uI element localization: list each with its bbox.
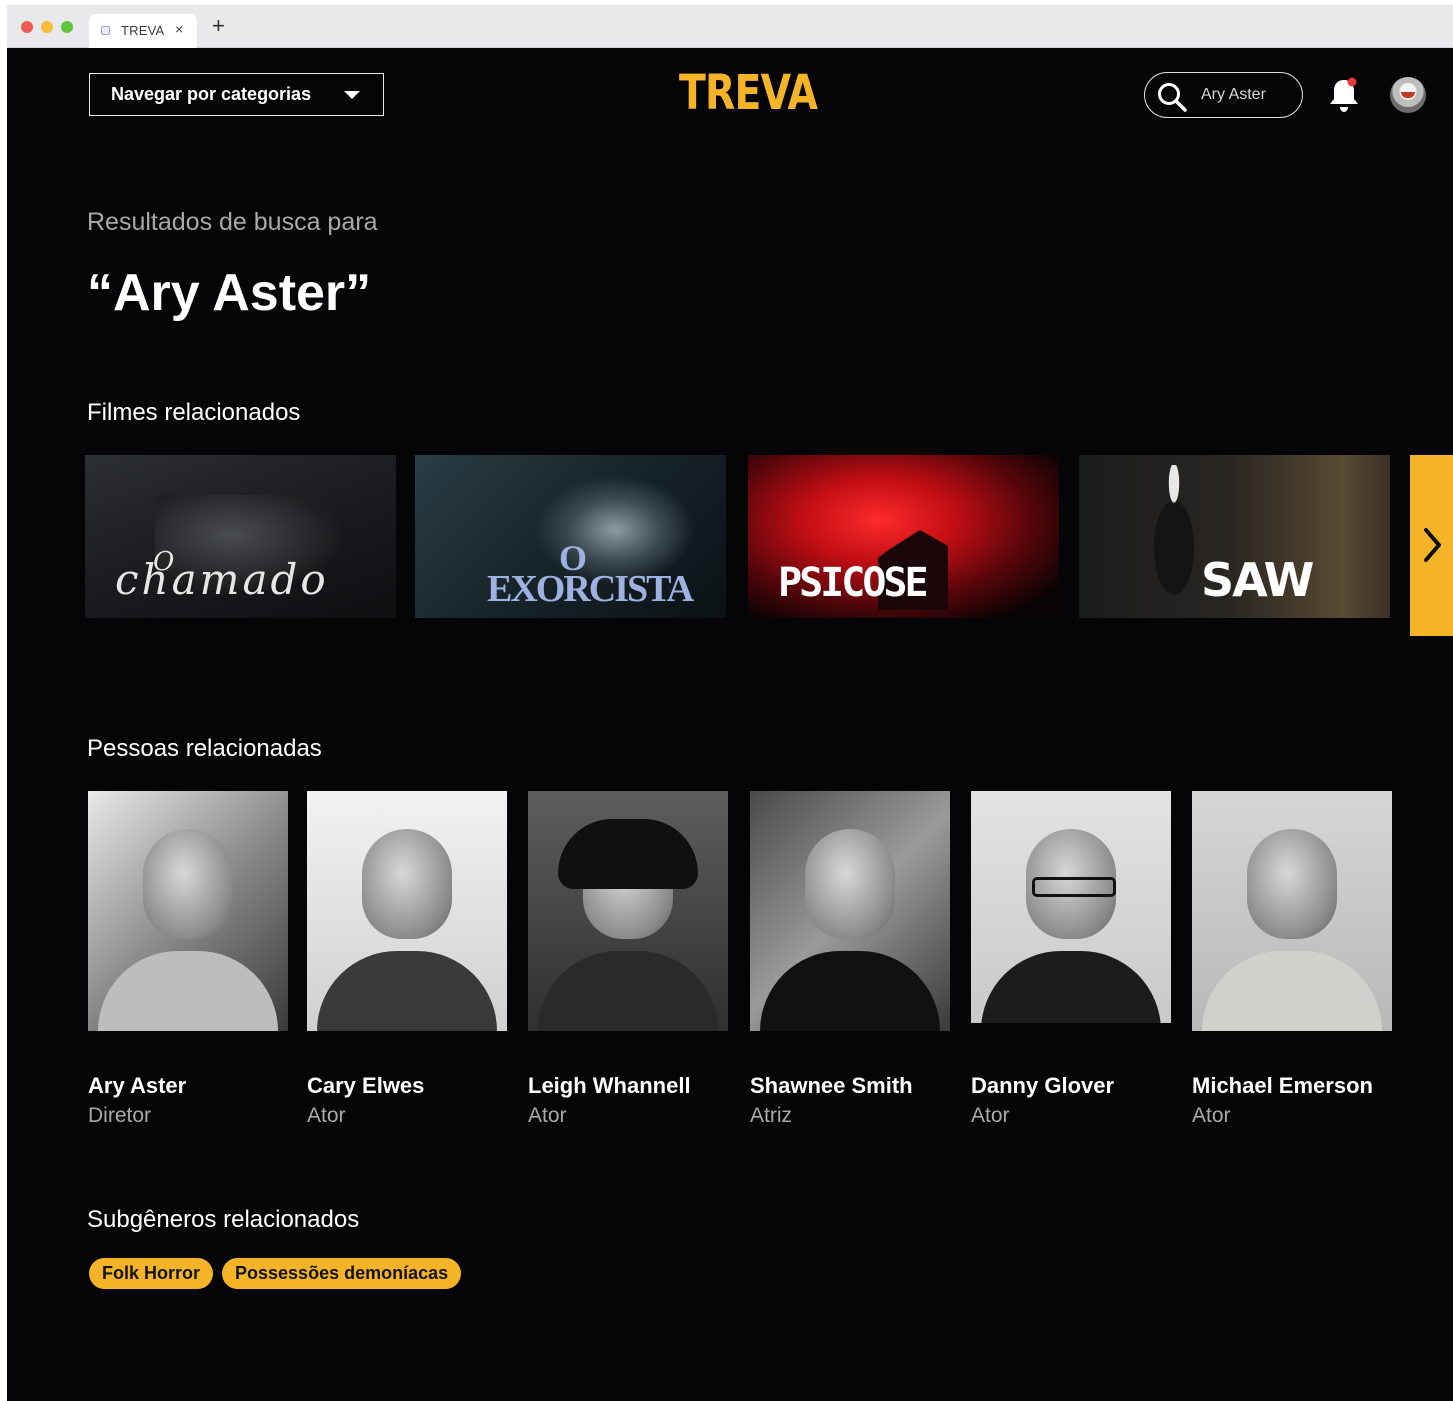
person-role: Ator (528, 1104, 567, 1127)
person-name: Cary Elwes (307, 1073, 425, 1098)
person-role: Diretor (88, 1104, 152, 1127)
search-box[interactable] (1144, 72, 1303, 118)
site-logo[interactable]: TREVA (679, 67, 818, 119)
person-photo (528, 791, 728, 1031)
app-window: TREVA × + Navegar por categorias TREVA R… (7, 5, 1453, 1401)
person-name: Danny Glover (971, 1073, 1115, 1098)
related-movies-title: Filmes relacionados (87, 399, 301, 426)
person-card[interactable]: Ary Aster Diretor (88, 791, 288, 1127)
subgenre-tag[interactable]: Possessões demoníacas (222, 1258, 462, 1289)
related-subgenres-title: Subgêneros relacionados (87, 1206, 360, 1233)
minimize-window-button[interactable] (41, 21, 53, 33)
chevron-right-icon (1424, 528, 1441, 562)
movie-card[interactable]: O EXORCISTA (415, 455, 726, 618)
person-photo (88, 791, 288, 1031)
person-name: Leigh Whannell (528, 1073, 691, 1098)
new-tab-button[interactable]: + (212, 15, 225, 37)
person-card[interactable]: Michael Emerson Ator (1192, 791, 1392, 1127)
movie-title: SAW (1201, 553, 1314, 607)
results-label: Resultados de busca para (87, 208, 378, 236)
browser-tab[interactable]: TREVA × (89, 14, 197, 48)
carousel-next-button[interactable] (1410, 455, 1453, 636)
subgenre-tag[interactable]: Folk Horror (89, 1258, 214, 1289)
browse-categories-label: Navegar por categorias (111, 84, 312, 104)
subgenre-tags: Folk Horror Possessões demoníacas (89, 1258, 462, 1289)
person-role: Ator (971, 1104, 1010, 1127)
person-card[interactable]: Cary Elwes Ator (307, 791, 507, 1127)
person-role: Atriz (750, 1104, 792, 1127)
browse-categories-dropdown[interactable]: Navegar por categorias (89, 73, 384, 116)
person-name: Shawnee Smith (750, 1073, 913, 1098)
close-window-button[interactable] (21, 21, 33, 33)
person-card[interactable]: Shawnee Smith Atriz (750, 791, 950, 1127)
search-query-title: “Ary Aster” (87, 264, 372, 322)
person-name: Michael Emerson (1192, 1073, 1373, 1098)
person-name: Ary Aster (88, 1073, 187, 1098)
person-photo (307, 791, 507, 1031)
movie-card[interactable]: SAW (1079, 455, 1390, 618)
page-icon (101, 26, 110, 35)
related-people-title: Pessoas relacionadas (87, 735, 322, 762)
person-photo (1192, 791, 1392, 1031)
movie-card[interactable]: PSICOSE (748, 455, 1059, 618)
person-role: Ator (307, 1104, 346, 1127)
browser-tab-bar: TREVA × + (7, 5, 1453, 48)
user-avatar[interactable] (1390, 77, 1426, 113)
person-photo (971, 791, 1171, 1023)
tab-close-icon[interactable]: × (175, 21, 183, 37)
person-role: Ator (1192, 1104, 1231, 1127)
movie-card[interactable]: O chamado (85, 455, 396, 618)
search-icon (1158, 83, 1187, 112)
notification-dot (1347, 77, 1357, 87)
person-photo (750, 791, 950, 1031)
movie-title: chamado (115, 555, 329, 604)
movie-title: PSICOSE (778, 560, 929, 606)
tab-title: TREVA (121, 23, 165, 38)
search-input[interactable] (1201, 85, 1297, 105)
person-card[interactable]: Danny Glover Ator (971, 791, 1171, 1127)
bell-icon[interactable] (1327, 76, 1361, 114)
movie-title: EXORCISTA (487, 568, 694, 610)
maximize-window-button[interactable] (61, 21, 73, 33)
movie-poster-image (1139, 465, 1209, 615)
caret-down-icon (344, 91, 360, 99)
person-card[interactable]: Leigh Whannell Ator (528, 791, 728, 1127)
